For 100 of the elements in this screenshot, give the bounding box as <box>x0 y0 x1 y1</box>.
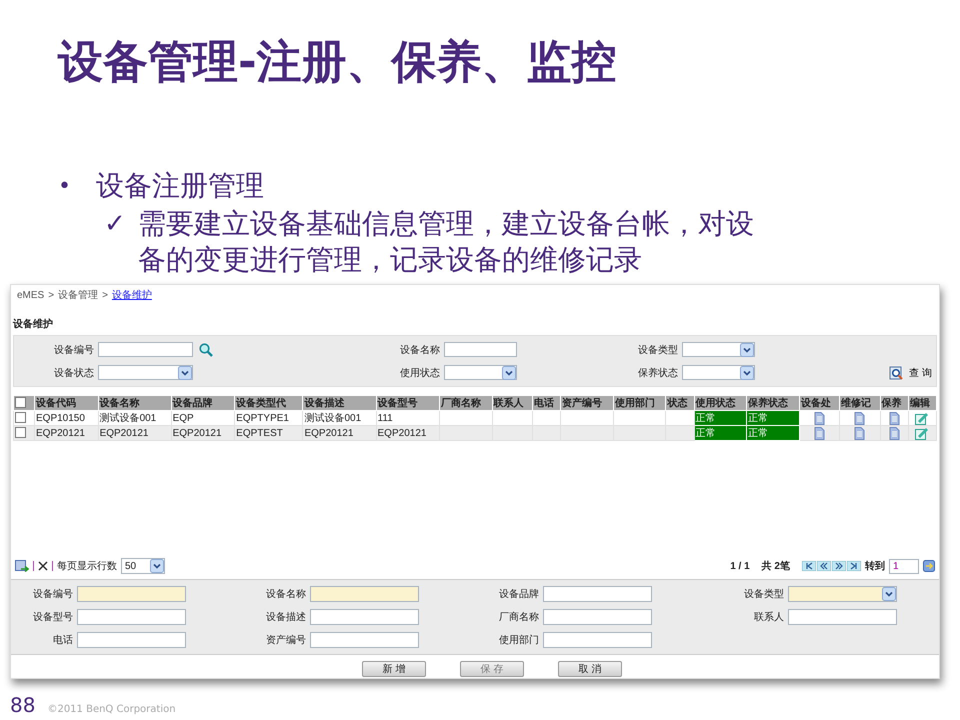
document-icon[interactable] <box>888 426 900 440</box>
bullet-marker: • <box>58 174 72 198</box>
document-icon[interactable] <box>814 412 826 424</box>
document-icon[interactable] <box>814 426 826 440</box>
column-header: 使用状态 <box>694 396 747 410</box>
query-button[interactable]: 查 询 <box>889 366 932 380</box>
dropdown-field[interactable] <box>682 342 755 357</box>
row-checkbox[interactable] <box>15 412 26 424</box>
edit-icon[interactable] <box>915 426 930 440</box>
check-mark-icon: ✓ <box>104 209 138 239</box>
input-field[interactable] <box>310 632 419 648</box>
page-number: 88 <box>10 693 36 717</box>
sub-bullet-text: 需要建立设备基础信息管理，建立设备台帐，对设 <box>138 207 754 241</box>
field-label: 电话 <box>52 634 73 647</box>
row-checkbox[interactable] <box>15 427 26 438</box>
input-field[interactable] <box>788 609 897 625</box>
edit-icon[interactable] <box>915 412 930 424</box>
table-cell: EQP20121 <box>376 426 440 440</box>
column-header: 编辑 <box>908 396 936 410</box>
page-heading: 设备维护 <box>12 317 54 332</box>
column-header: 厂商名称 <box>440 396 492 410</box>
input-field[interactable] <box>444 342 517 357</box>
table-cell: EQP20121 <box>302 426 376 440</box>
dropdown-field[interactable] <box>444 365 517 380</box>
field-label: 设备型号 <box>32 610 73 624</box>
export-icon[interactable] <box>15 560 29 572</box>
breadcrumb-separator: > <box>48 290 54 300</box>
go-icon[interactable] <box>923 560 935 572</box>
field-label: 设备类型 <box>637 344 678 356</box>
first-page-icon[interactable] <box>802 561 816 571</box>
previous-page-icon[interactable] <box>817 561 831 571</box>
close-icon[interactable] <box>38 561 48 571</box>
breadcrumb-item[interactable]: eMES <box>17 290 44 300</box>
column-header: 设备描述 <box>302 396 376 410</box>
column-header: 保养 <box>880 396 908 410</box>
field-label: 保养状态 <box>637 366 678 380</box>
next-page-icon[interactable] <box>832 561 846 571</box>
table-cell: EQP20121 <box>171 426 235 440</box>
input-field[interactable] <box>77 609 186 625</box>
document-icon[interactable] <box>854 412 866 424</box>
bullet-text: 设备注册管理 <box>96 168 264 204</box>
column-header: 设备类型代 <box>234 396 303 410</box>
field-label: 设备状态 <box>53 366 94 380</box>
copyright-text: ©2011 BenQ Corporation <box>47 704 176 715</box>
magnifier-icon <box>889 366 903 380</box>
select-all-checkbox[interactable] <box>15 397 26 408</box>
field-label: 设备编号 <box>53 344 94 356</box>
status-cell: 正常 <box>746 410 800 426</box>
goto-label: 转到 <box>865 560 885 573</box>
table-cell: EQP20121 <box>34 426 98 440</box>
dropdown-field[interactable] <box>682 365 755 380</box>
slide-title: 设备管理-注册、保养、监控 <box>58 34 618 90</box>
table-cell: EQP20121 <box>98 426 172 440</box>
column-header: 维修记 <box>840 396 880 410</box>
field-label: 联系人 <box>753 610 784 624</box>
field-label: 设备编号 <box>32 588 73 601</box>
field-label: 设备描述 <box>265 610 306 624</box>
input-field[interactable] <box>310 586 419 602</box>
dropdown-field[interactable] <box>98 365 193 380</box>
input-field[interactable] <box>98 342 193 357</box>
dropdown-field[interactable] <box>788 586 897 602</box>
input-field[interactable] <box>543 586 652 602</box>
sub-bullet-text: 备的变更进行管理，记录设备的维修记录 <box>138 243 642 277</box>
breadcrumb-item[interactable]: 设备管理 <box>58 288 98 302</box>
search-icon[interactable] <box>199 342 213 356</box>
input-field[interactable] <box>77 586 186 602</box>
form-button[interactable]: 新 增 <box>362 661 426 677</box>
field-label: 设备品牌 <box>498 588 539 601</box>
column-header: 电话 <box>532 396 561 410</box>
column-header: 联系人 <box>492 396 533 410</box>
breadcrumb-link[interactable]: 设备维护 <box>112 288 152 302</box>
field-label: 设备类型 <box>743 588 784 601</box>
document-icon[interactable] <box>854 426 866 440</box>
status-cell: 正常 <box>746 426 800 440</box>
input-field[interactable] <box>543 632 652 648</box>
field-label: 设备名称 <box>399 344 440 356</box>
document-icon[interactable] <box>888 412 900 424</box>
column-header: 设备名称 <box>98 396 172 410</box>
status-cell: 正常 <box>694 410 747 426</box>
column-header: 设备处 <box>799 396 840 410</box>
field-label: 资产编号 <box>265 634 306 647</box>
input-field[interactable] <box>310 609 419 625</box>
breadcrumb-separator: > <box>102 290 108 300</box>
form-button[interactable]: 取 消 <box>558 661 622 677</box>
column-header: 设备代码 <box>34 396 98 410</box>
column-header: 使用部门 <box>613 396 666 410</box>
record-count: 共 2笔 <box>762 560 790 573</box>
column-header: 设备型号 <box>376 396 440 410</box>
status-cell: 正常 <box>694 426 747 440</box>
input-field[interactable] <box>543 609 652 625</box>
field-label: 厂商名称 <box>498 610 539 624</box>
input-field[interactable] <box>77 632 186 648</box>
page-indicator: 1 / 1 <box>730 560 750 572</box>
column-header: 保养状态 <box>746 396 800 410</box>
last-page-icon[interactable] <box>847 561 861 571</box>
rows-per-page-dropdown[interactable]: 50 <box>121 558 165 574</box>
rows-per-page-label: 每页显示行数 <box>57 560 117 573</box>
field-label: 设备名称 <box>265 588 306 601</box>
field-label: 使用部门 <box>498 634 539 647</box>
page-input[interactable]: 1 <box>889 558 919 574</box>
